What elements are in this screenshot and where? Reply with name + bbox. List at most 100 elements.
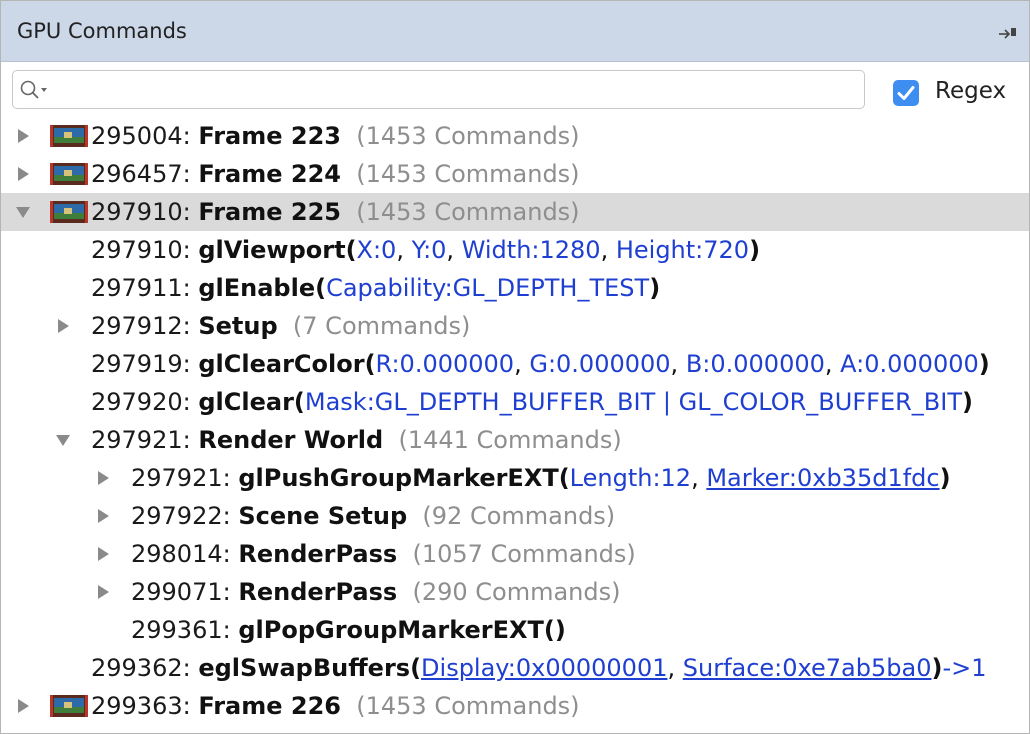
frame-thumbnail-icon [50,201,88,223]
tree-command-row[interactable]: 297911: glEnable(Capability:GL_DEPTH_TES… [1,269,1029,307]
arg-link[interactable]: Display:0x00000001 [421,654,667,682]
command-id: 297910: [91,198,191,226]
panel-titlebar: GPU Commands [1,1,1029,62]
pin-icon[interactable] [997,23,1019,41]
arg-value: G:0.000000 [529,350,671,378]
command-count: (290 Commands) [412,578,621,606]
search-box[interactable] [12,70,865,109]
command-count: (1453 Commands) [356,122,580,150]
open-paren: ( [364,350,376,378]
search-input[interactable] [53,75,857,106]
triangle-right-icon[interactable] [15,128,31,144]
command-name: RenderPass [238,540,398,568]
row-content: 296457: Frame 224 (1453 Commands) [91,155,580,193]
command-name: glEnable [198,274,316,302]
frame-thumbnail-icon [50,125,88,147]
arg-separator: , [514,350,530,378]
command-name: glClear [198,388,294,416]
arg-link[interactable]: Surface:0xe7ab5ba0 [683,654,932,682]
tree-command-row[interactable]: 297921: glPushGroupMarkerEXT(Length:12, … [1,459,1029,497]
arg-value: R:0.000000 [375,350,515,378]
row-content: 299071: RenderPass (290 Commands) [131,573,621,611]
return-value: ->1 [942,654,987,682]
triangle-right-icon[interactable] [95,470,111,486]
triangle-right-icon[interactable] [55,318,71,334]
tree-group-row[interactable]: 299071: RenderPass (290 Commands) [1,573,1029,611]
command-name: Frame 223 [198,122,341,150]
command-name: Frame 225 [198,198,341,226]
triangle-right-icon[interactable] [95,508,111,524]
tree-group-row[interactable]: 295004: Frame 223 (1453 Commands) [1,117,1029,155]
command-id: 299361: [131,616,231,644]
arg-separator: , [691,464,707,492]
command-name: glPopGroupMarkerEXT() [238,616,566,644]
close-paren: ) [978,350,990,378]
command-name: glPushGroupMarkerEXT [238,464,559,492]
triangle-right-icon[interactable] [15,166,31,182]
command-id: 299362: [91,654,191,682]
checkmark-icon [897,86,915,100]
command-name: Render World [198,426,384,454]
command-count: (92 Commands) [422,502,616,530]
close-paren: ) [931,654,943,682]
tree-group-row[interactable]: 297921: Render World (1441 Commands) [1,421,1029,459]
command-id: 297911: [91,274,191,302]
open-paren: ( [558,464,570,492]
command-tree[interactable]: 295004: Frame 223 (1453 Commands) 296457:… [1,117,1029,733]
arg-separator: , [667,654,683,682]
arg-value: Width:1280 [461,236,601,264]
search-icon[interactable] [19,79,51,101]
command-id: 296457: [91,160,191,188]
tree-command-row[interactable]: 299362: eglSwapBuffers(Display:0x0000000… [1,649,1029,687]
triangle-right-icon[interactable] [15,698,31,714]
frame-thumbnail-icon [50,163,88,185]
arg-value: Length:12 [569,464,692,492]
command-id: 297919: [91,350,191,378]
tree-command-row[interactable]: 299361: glPopGroupMarkerEXT() [1,611,1029,649]
row-content: 299363: Frame 226 (1453 Commands) [91,687,580,725]
regex-label: Regex [935,78,1007,104]
arg-separator: , [600,236,616,264]
arg-separator: , [670,350,686,378]
tree-command-row[interactable]: 297919: glClearColor(R:0.000000, G:0.000… [1,345,1029,383]
tree-group-row[interactable]: 297912: Setup (7 Commands) [1,307,1029,345]
triangle-right-icon[interactable] [95,584,111,600]
open-paren: ( [293,388,305,416]
command-name: Setup [198,312,278,340]
command-name: glClearColor [198,350,365,378]
triangle-down-icon[interactable] [15,204,31,220]
tree-command-row[interactable]: 297920: glClear(Mask:GL_DEPTH_BUFFER_BIT… [1,383,1029,421]
tree-group-row[interactable]: 299363: Frame 226 (1453 Commands) [1,687,1029,725]
triangle-down-icon[interactable] [55,432,71,448]
row-content: 297912: Setup (7 Commands) [91,307,470,345]
close-paren: ) [961,388,973,416]
command-name: Frame 224 [198,160,341,188]
triangle-right-icon[interactable] [95,546,111,562]
command-count: (1453 Commands) [356,692,580,720]
row-content: 295004: Frame 223 (1453 Commands) [91,117,580,155]
row-content: 298014: RenderPass (1057 Commands) [131,535,636,573]
command-id: 297920: [91,388,191,416]
tree-group-row[interactable]: 296457: Frame 224 (1453 Commands) [1,155,1029,193]
close-paren: ) [749,236,761,264]
row-content: 297922: Scene Setup (92 Commands) [131,497,615,535]
row-content: 297921: Render World (1441 Commands) [91,421,622,459]
tree-command-row[interactable]: 297910: glViewport(X:0, Y:0, Width:1280,… [1,231,1029,269]
command-count: (1453 Commands) [356,198,580,226]
command-count: (1441 Commands) [398,426,622,454]
regex-checkbox[interactable] [893,80,919,106]
tree-group-row[interactable]: 297922: Scene Setup (92 Commands) [1,497,1029,535]
tree-group-row[interactable]: 297910: Frame 225 (1453 Commands) [1,193,1029,231]
arg-link[interactable]: Marker:0xb35d1fdc [706,464,939,492]
arg-value: Mask:GL_DEPTH_BUFFER_BIT | GL_COLOR_BUFF… [304,388,962,416]
arg-value: Capability:GL_DEPTH_TEST [326,274,650,302]
arg-value: Height:720 [615,236,750,264]
command-name: Scene Setup [238,502,408,530]
open-paren: ( [410,654,422,682]
row-content: 299361: glPopGroupMarkerEXT() [131,611,566,649]
filter-toolbar: Regex [1,62,1029,116]
row-content: 297910: glViewport(X:0, Y:0, Width:1280,… [91,231,760,269]
command-count: (1057 Commands) [412,540,636,568]
arg-separator: , [446,236,462,264]
tree-group-row[interactable]: 298014: RenderPass (1057 Commands) [1,535,1029,573]
